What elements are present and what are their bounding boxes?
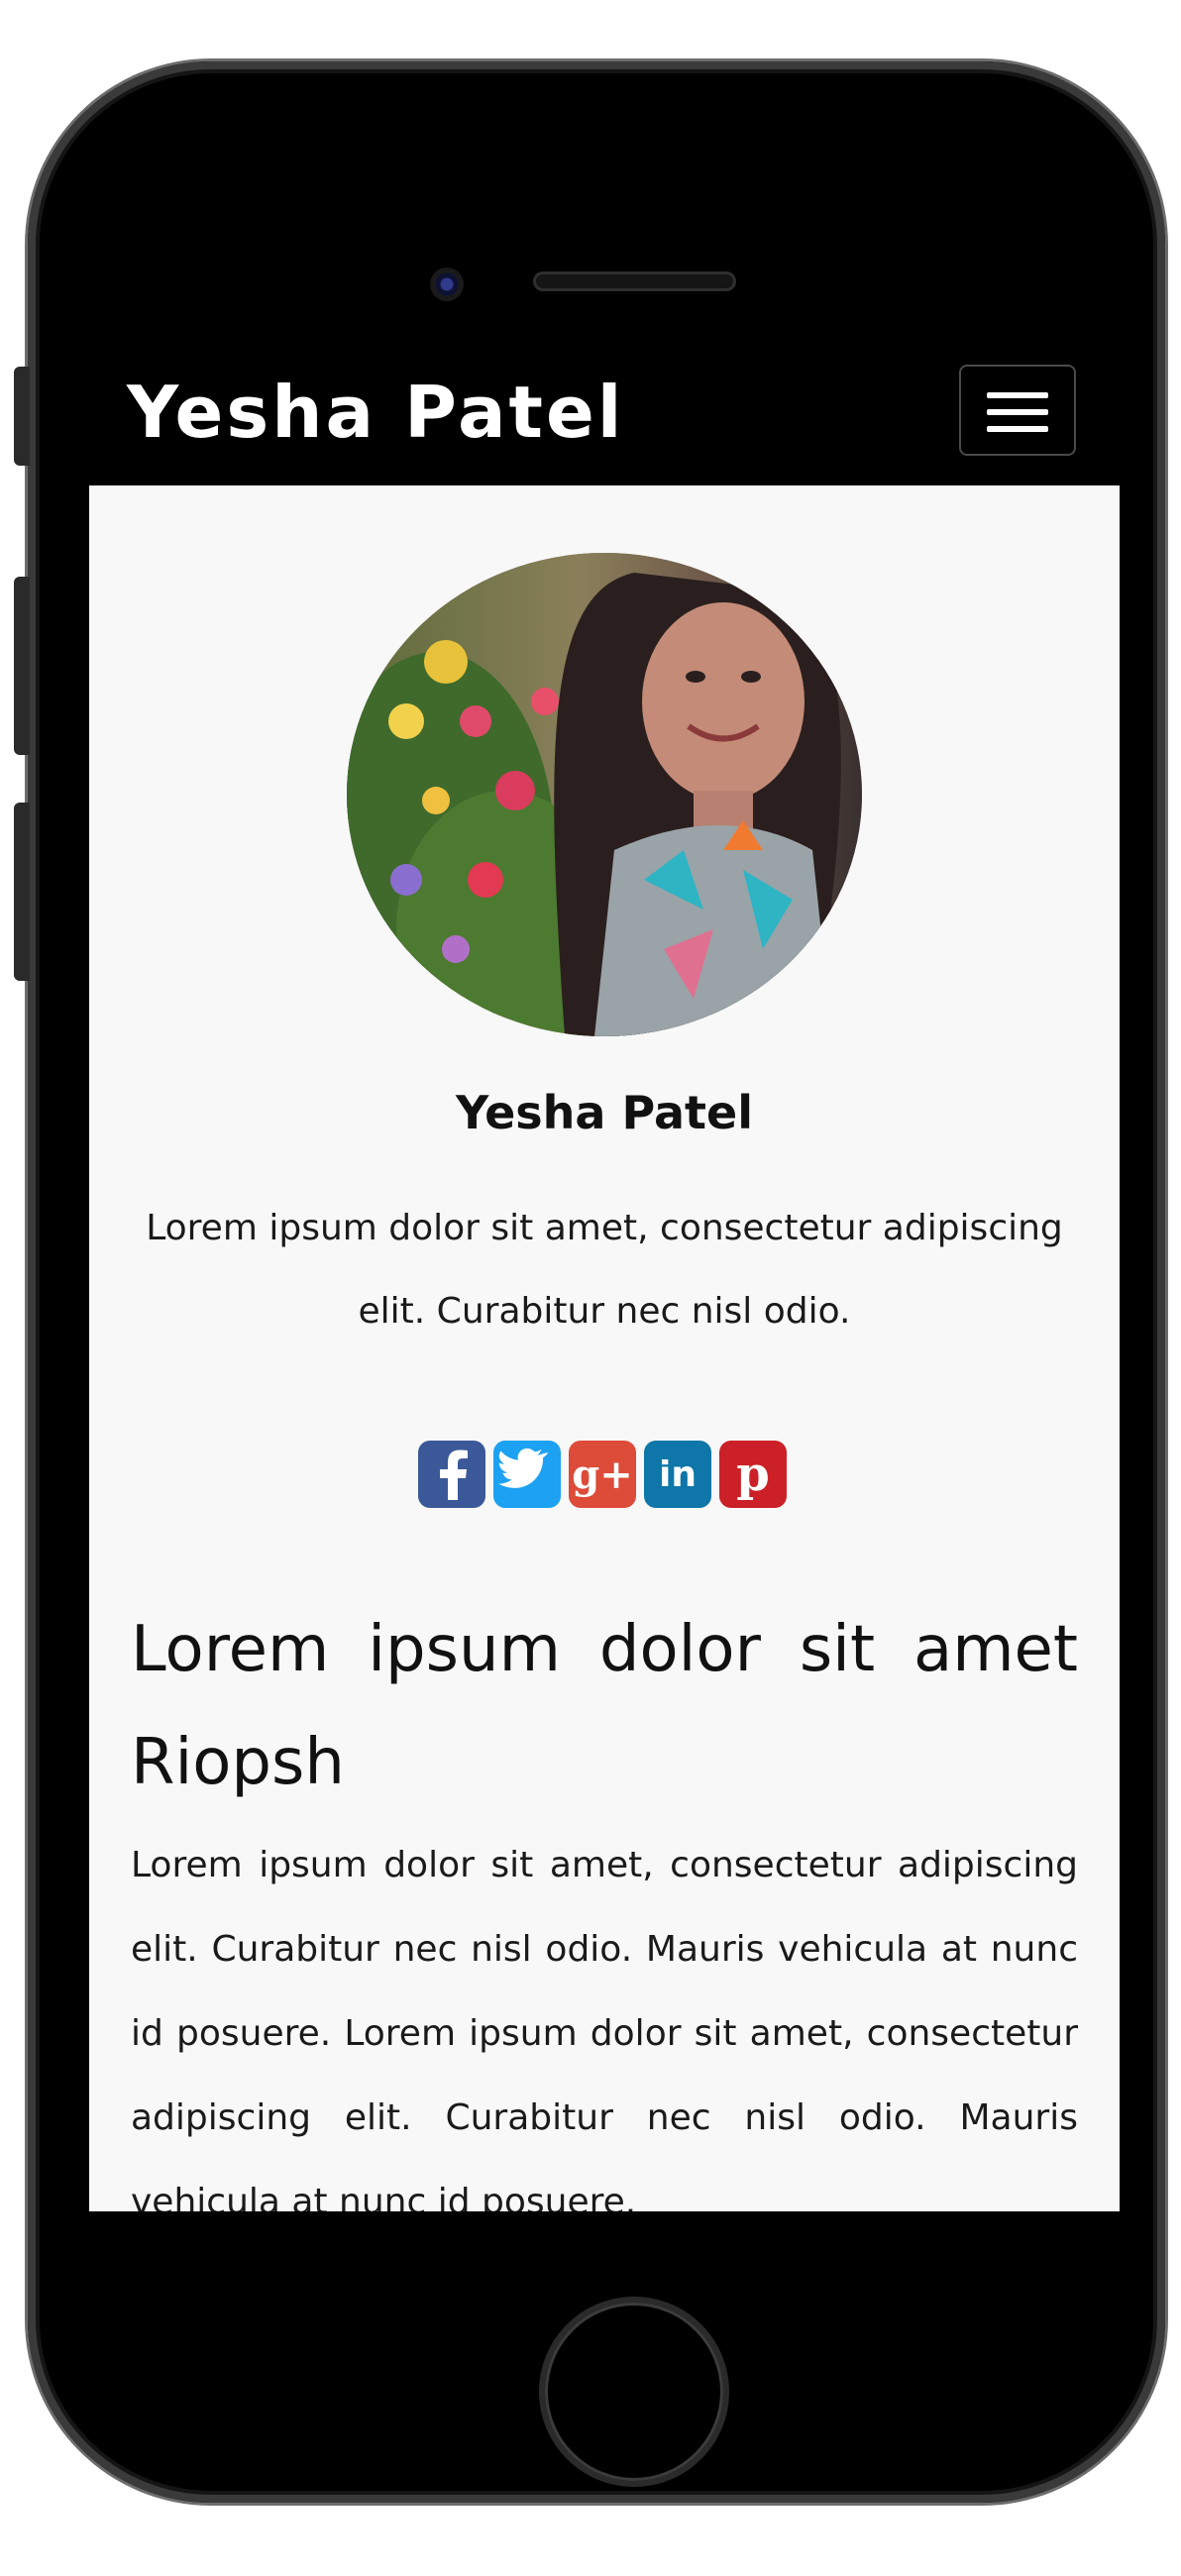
- earpiece-speaker: [533, 271, 736, 291]
- article-heading: Lorem ipsum dolor sit amet Riopsh: [131, 1613, 1078, 1799]
- screen: Yesha Patel Yesha Patel Lorem ipsum dolo…: [89, 353, 1120, 2211]
- hamburger-menu-button[interactable]: [959, 365, 1076, 456]
- twitter-icon[interactable]: [493, 1441, 561, 1508]
- navbar: Yesha Patel: [89, 353, 1120, 485]
- facebook-icon[interactable]: [418, 1441, 485, 1508]
- pinterest-icon[interactable]: p: [719, 1441, 787, 1508]
- volume-down-button: [14, 803, 30, 981]
- mute-switch: [14, 367, 30, 466]
- profile-intro: Lorem ipsum dolor sit amet, consectetur …: [146, 1208, 1063, 1332]
- profile-photo: [347, 553, 862, 1036]
- front-camera: [430, 268, 464, 301]
- home-button[interactable]: [545, 2303, 723, 2481]
- volume-up-button: [14, 577, 30, 755]
- brand-title[interactable]: Yesha Patel: [127, 371, 624, 454]
- google-plus-icon[interactable]: g+: [569, 1441, 636, 1508]
- hamburger-icon: [987, 392, 1048, 398]
- hamburger-icon-bar: [987, 426, 1048, 432]
- article-body: Lorem ipsum dolor sit amet, consectetur …: [131, 1845, 1078, 2211]
- profile-name: Yesha Patel: [456, 1086, 753, 1139]
- social-links: g+ in p: [418, 1441, 787, 1510]
- hamburger-icon-bar: [987, 409, 1048, 415]
- linkedin-icon[interactable]: in: [644, 1441, 711, 1508]
